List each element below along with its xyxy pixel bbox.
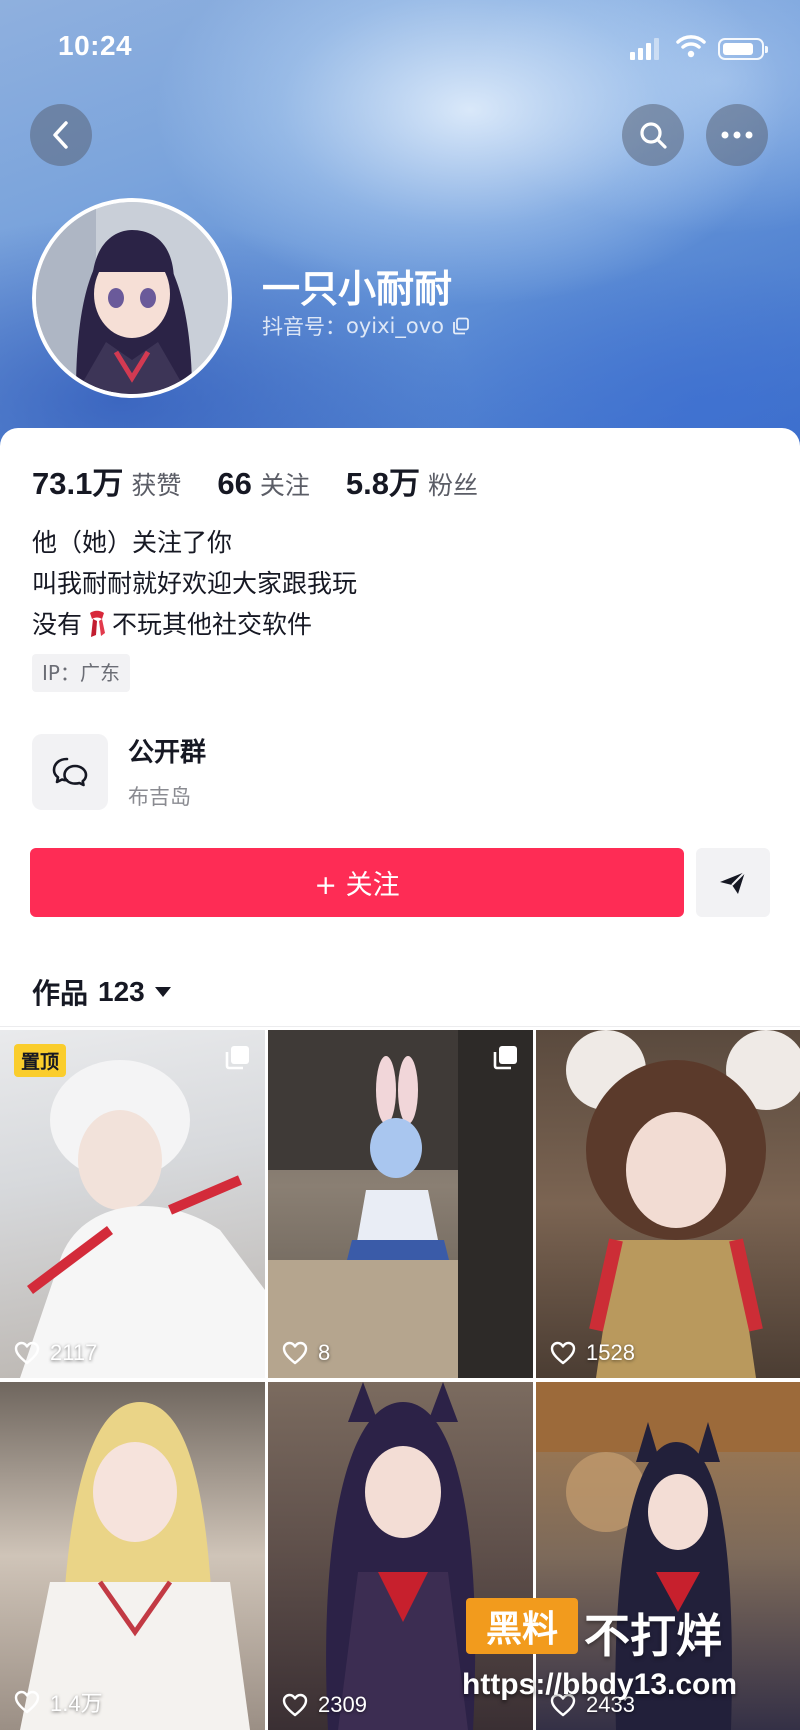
- stat-value: 73.1万: [32, 466, 124, 501]
- bio-text: 不玩其他社交软件: [112, 610, 313, 639]
- multi-image-icon: [225, 1046, 249, 1070]
- thumbnail-illustration: [20, 1060, 265, 1378]
- avatar[interactable]: [32, 198, 232, 398]
- douyin-id-label: 抖音号：: [262, 315, 346, 339]
- red-scarf-emoji-icon: [90, 610, 106, 637]
- stat-label: 粉丝: [427, 471, 478, 500]
- thumbnail-illustration: [268, 1030, 533, 1378]
- bio-line: 没有 不玩其他社交软件: [32, 604, 357, 645]
- stat-value: 66: [217, 466, 252, 501]
- copy-icon[interactable]: [452, 317, 470, 335]
- stat-value: 5.8万: [345, 466, 420, 501]
- heart-outline-icon: [14, 1341, 40, 1365]
- chevron-left-icon: [53, 121, 68, 149]
- watermark-title: 不打烊: [584, 1609, 722, 1663]
- profile-stats: 73.1万 获赞 66 关注 5.8万 粉丝: [32, 458, 514, 503]
- watermark: 黑料 不打烊 https://bbdy13.com: [462, 1598, 786, 1718]
- works-count: 123: [98, 976, 145, 1007]
- stat-likes[interactable]: 73.1万 获赞: [32, 458, 181, 503]
- send-message-button[interactable]: [696, 848, 770, 917]
- battery-icon: [718, 38, 768, 60]
- stat-followers[interactable]: 5.8万 粉丝: [346, 458, 478, 503]
- like-count-value: 2117: [50, 1340, 98, 1365]
- douyin-id-value: oyixi_ovo: [346, 314, 444, 338]
- heart-outline-icon: [14, 1690, 40, 1714]
- like-count: 1.4万: [14, 1686, 103, 1718]
- bio-text: 没有: [32, 610, 83, 639]
- watermark-logo-box: 黑料: [466, 1598, 578, 1654]
- multi-image-icon: [493, 1046, 517, 1070]
- status-bar: 10:24: [0, 0, 800, 96]
- like-count-value: 1528: [586, 1340, 635, 1365]
- like-count-value: 2309: [318, 1692, 367, 1717]
- paper-plane-icon: [720, 870, 746, 894]
- search-icon: [640, 122, 667, 149]
- profile-nickname: 一只小耐耐: [262, 267, 453, 311]
- heart-outline-icon: [550, 1341, 576, 1365]
- watermark-url: https://bbdy13.com: [462, 1668, 738, 1701]
- cellular-signal-icon: [630, 38, 659, 60]
- stat-following[interactable]: 66 关注: [217, 466, 310, 502]
- douyin-id: 抖音号： oyixi_ovo: [262, 311, 470, 341]
- status-time: 10:24: [58, 30, 133, 61]
- video-thumbnail[interactable]: 置顶 2117: [0, 1030, 265, 1378]
- caret-down-icon: [154, 987, 171, 997]
- search-button[interactable]: [622, 104, 684, 166]
- more-dots-icon: [721, 131, 753, 139]
- video-thumbnail[interactable]: 1.4万: [0, 1382, 265, 1730]
- public-group-entry[interactable]: 公开群 布吉岛: [32, 732, 206, 811]
- bio-line: 叫我耐耐就好欢迎大家跟我玩: [32, 569, 358, 598]
- heart-outline-icon: [282, 1341, 308, 1365]
- thumbnail-illustration: [20, 1402, 250, 1730]
- heart-outline-icon: [282, 1693, 308, 1717]
- video-thumbnail[interactable]: 1528: [536, 1030, 800, 1378]
- back-button[interactable]: [30, 104, 92, 166]
- more-button[interactable]: [706, 104, 768, 166]
- group-title: 公开群: [128, 738, 207, 768]
- works-tab[interactable]: 作品 123: [32, 972, 171, 1012]
- like-count: 2309: [282, 1692, 367, 1718]
- ip-location-tag: IP：广东: [32, 654, 130, 692]
- divider: [0, 1026, 800, 1027]
- bio-line: 他（她）关注了你: [32, 528, 233, 557]
- wifi-icon: [676, 35, 706, 58]
- group-subtitle: 布吉岛: [128, 785, 191, 809]
- stat-label: 关注: [259, 471, 310, 500]
- follow-button[interactable]: + 关注: [30, 848, 684, 917]
- like-count: 2117: [14, 1340, 97, 1366]
- works-label: 作品: [32, 977, 89, 1010]
- like-count-value: 1.4万: [50, 1691, 103, 1716]
- stat-label: 获赞: [131, 471, 182, 500]
- like-count: 1528: [550, 1340, 635, 1366]
- thumbnail-illustration: [566, 1030, 800, 1378]
- video-thumbnail[interactable]: 8: [268, 1030, 533, 1378]
- like-count-value: 8: [318, 1340, 331, 1365]
- avatar-illustration: [36, 202, 228, 394]
- pinned-badge: 置顶: [14, 1044, 67, 1077]
- group-chat-icon: [32, 733, 108, 810]
- like-count: 8: [282, 1340, 330, 1366]
- profile-bio: 他（她）关注了你 叫我耐耐就好欢迎大家跟我玩 没有 不玩其他社交软件: [32, 522, 357, 645]
